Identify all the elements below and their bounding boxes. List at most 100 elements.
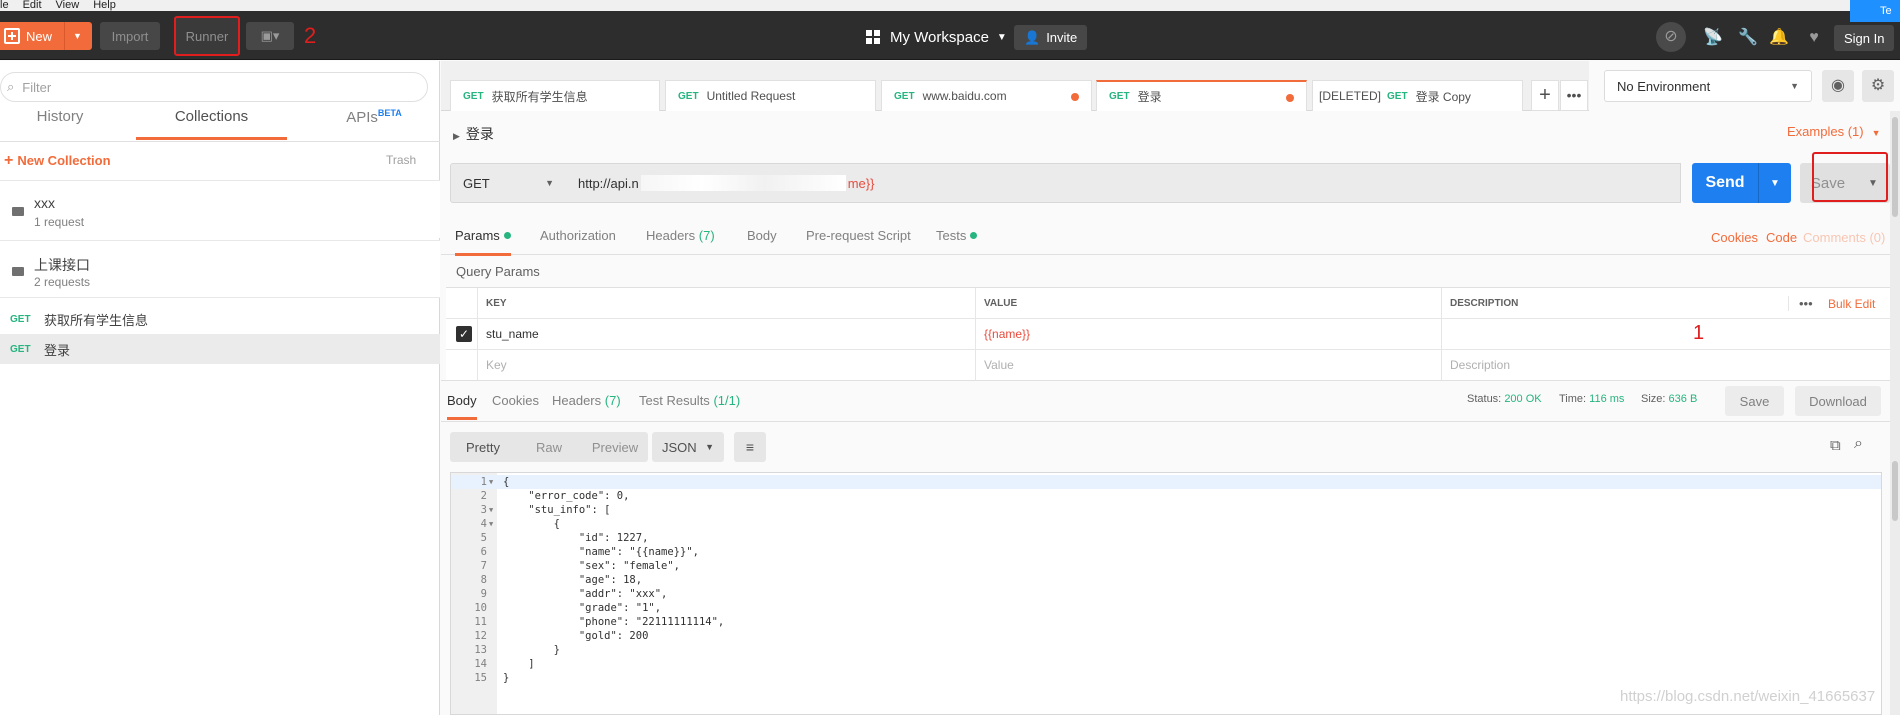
line-number: 10 xyxy=(474,602,487,614)
fold-arrow-icon[interactable]: ▼ xyxy=(489,475,493,489)
param-description[interactable] xyxy=(1442,319,1892,350)
tab-history[interactable]: History xyxy=(0,108,120,140)
line-number: 14 xyxy=(474,658,487,670)
request-tab[interactable]: GET Untitled Request xyxy=(665,80,876,111)
format-pretty[interactable]: Pretty xyxy=(450,440,516,455)
scrollbar[interactable] xyxy=(1890,111,1900,715)
more-tabs-button[interactable]: ••• xyxy=(1560,80,1588,111)
request-tab[interactable]: [DELETED] GET 登录 Copy xyxy=(1312,80,1523,111)
scrollbar-thumb[interactable] xyxy=(1892,461,1898,521)
sidebar-request-login[interactable]: GET 登录 xyxy=(0,334,440,364)
examples-dropdown[interactable]: Examples (1) ▼ xyxy=(1787,124,1881,139)
wrench-icon[interactable]: 🔧 xyxy=(1738,28,1758,48)
request-tab[interactable]: GET www.baidu.com xyxy=(881,80,1092,111)
runner-button[interactable]: Runner xyxy=(174,16,240,56)
response-tab-cookies[interactable]: Cookies xyxy=(492,393,539,408)
response-tab-test-results[interactable]: Test Results (1/1) xyxy=(639,393,740,408)
new-window-button[interactable]: ▣▾ xyxy=(246,22,294,50)
tab-method: GET xyxy=(1387,90,1408,102)
copy-icon[interactable]: ⧉ xyxy=(1830,437,1841,454)
save-response-button[interactable]: Save xyxy=(1725,386,1784,416)
request-title[interactable]: ▶ 登录 xyxy=(453,124,494,144)
tab-tests[interactable]: Tests xyxy=(936,228,978,243)
fold-arrow-icon[interactable]: ▼ xyxy=(489,517,493,531)
url-input[interactable]: http://api.n me}} xyxy=(566,163,1681,203)
tests-label: Tests xyxy=(936,228,967,243)
menu-file[interactable]: le xyxy=(0,0,9,11)
code-line: 2 "error_code": 0, xyxy=(451,489,1881,503)
new-value-input[interactable]: Value xyxy=(976,350,1442,381)
add-tab-button[interactable]: + xyxy=(1531,80,1559,111)
sidebar-request-get-all[interactable]: GET 获取所有学生信息 xyxy=(0,304,440,334)
collection-folder-xxx[interactable]: xxx 1 request xyxy=(0,180,440,238)
more-options-icon[interactable]: ••• xyxy=(1788,296,1813,311)
tab-name: www.baidu.com xyxy=(922,89,1007,103)
response-tab-body[interactable]: Body xyxy=(447,393,477,420)
workspace-selector[interactable]: My Workspace ▼ xyxy=(866,26,1007,48)
code-text: { xyxy=(503,518,560,530)
checkbox-checked[interactable]: ✓ xyxy=(456,326,472,342)
param-value[interactable]: {{name}} xyxy=(976,319,1442,350)
collection-folder-class[interactable]: 上课接口 2 requests xyxy=(0,240,440,298)
tab-name: 登录 xyxy=(1137,90,1162,104)
bell-icon[interactable]: 🔔 xyxy=(1769,28,1789,48)
line-number: 15 xyxy=(474,672,487,684)
code-text: "gold": 200 xyxy=(503,630,649,642)
new-key-input[interactable]: Key xyxy=(478,350,976,381)
invite-button[interactable]: 👤 Invite xyxy=(1014,25,1088,50)
tab-collections[interactable]: Collections xyxy=(136,108,287,140)
comments-link[interactable]: Comments (0) xyxy=(1803,230,1885,245)
response-tab-headers[interactable]: Headers (7) xyxy=(552,393,621,408)
gear-icon[interactable]: ⚙ xyxy=(1862,70,1894,102)
eye-icon[interactable]: ◉ xyxy=(1822,70,1854,102)
menu-edit[interactable]: Edit xyxy=(23,0,42,11)
new-button[interactable]: New ▼ xyxy=(0,22,92,50)
satellite-icon[interactable]: 📡 xyxy=(1703,28,1723,48)
environment-label: No Environment xyxy=(1617,78,1711,94)
bulk-edit-link[interactable]: Bulk Edit xyxy=(1828,297,1875,311)
format-type-select[interactable]: JSON ▼ xyxy=(652,432,724,462)
trash-link[interactable]: Trash xyxy=(386,153,416,167)
params-table: KEY VALUE DESCRIPTION ••• Bulk Edit ✓ st… xyxy=(446,287,1892,381)
heart-icon[interactable]: ♥ xyxy=(1804,28,1824,48)
format-type-label: JSON xyxy=(662,439,697,455)
request-tab-active[interactable]: GET 登录 xyxy=(1096,80,1307,111)
tab-prerequest-script[interactable]: Pre-request Script xyxy=(806,228,911,243)
sign-in-button[interactable]: Sign In xyxy=(1834,25,1895,51)
chevron-down-icon: ▼ xyxy=(1790,81,1799,91)
new-collection-button[interactable]: + New Collection xyxy=(4,152,111,170)
new-dropdown-caret-icon[interactable]: ▼ xyxy=(64,22,90,50)
filter-input[interactable]: ⌕ Filter xyxy=(0,72,428,102)
code-link[interactable]: Code xyxy=(1766,230,1797,245)
response-code-editor[interactable]: 1 ▼{2 "error_code": 0, 3 ▼ "stu_info": [4 ▼ … xyxy=(450,472,1882,715)
tab-headers[interactable]: Headers (7) xyxy=(646,228,715,243)
menu-help[interactable]: Help xyxy=(93,0,116,11)
tab-apis[interactable]: APIsBETA xyxy=(314,108,434,140)
menu-view[interactable]: View xyxy=(56,0,80,11)
sync-off-icon[interactable]: ⊘ xyxy=(1656,22,1686,52)
request-tab[interactable]: GET 获取所有学生信息 xyxy=(450,80,660,111)
code-text: } xyxy=(503,644,560,656)
cookies-link[interactable]: Cookies xyxy=(1711,230,1758,245)
time-value: 116 ms xyxy=(1589,393,1625,405)
workspace-name: My Workspace xyxy=(890,28,989,46)
format-raw[interactable]: Raw xyxy=(516,440,582,455)
fold-arrow-icon[interactable]: ▼ xyxy=(489,503,493,517)
download-button[interactable]: Download xyxy=(1795,386,1881,416)
new-description-input[interactable]: Description xyxy=(1442,350,1892,381)
environment-select[interactable]: No Environment ▼ xyxy=(1604,70,1812,102)
format-preview[interactable]: Preview xyxy=(582,440,648,455)
tab-authorization[interactable]: Authorization xyxy=(540,228,616,243)
import-button[interactable]: Import xyxy=(100,22,160,50)
send-dropdown-caret-icon[interactable]: ▼ xyxy=(1758,163,1791,203)
code-text: { xyxy=(503,476,510,488)
tab-body[interactable]: Body xyxy=(747,228,777,243)
param-key[interactable]: stu_name xyxy=(478,319,976,350)
search-icon[interactable]: ⌕ xyxy=(1854,435,1863,453)
send-button[interactable]: Send ▼ xyxy=(1692,163,1791,203)
method-select[interactable]: GET ▼ xyxy=(450,163,567,203)
scrollbar-thumb[interactable] xyxy=(1892,117,1898,217)
code-line: 6 "name": "{{name}}", xyxy=(451,545,1881,559)
tab-params[interactable]: Params xyxy=(455,228,511,256)
wrap-lines-icon[interactable]: ≡ xyxy=(734,432,766,462)
